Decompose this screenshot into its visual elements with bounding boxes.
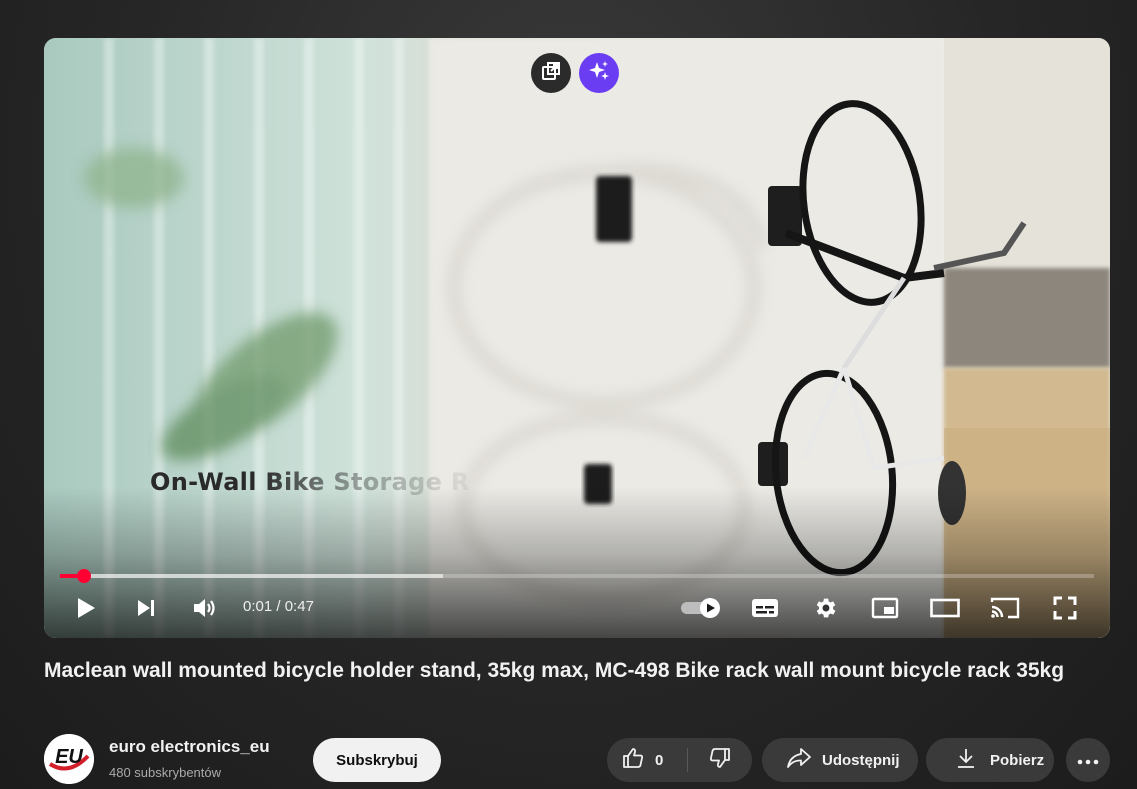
fullscreen-icon xyxy=(1053,596,1077,620)
like-count: 0 xyxy=(655,751,664,769)
time-separator: / xyxy=(276,598,281,615)
fullscreen-button[interactable] xyxy=(1047,590,1083,626)
share-label: Udostępnij xyxy=(822,751,900,769)
download-button[interactable]: Pobierz xyxy=(926,738,1054,782)
thumbs-up-icon xyxy=(621,746,645,774)
autoplay-toggle[interactable] xyxy=(678,590,724,626)
share-icon xyxy=(786,747,812,773)
share-button[interactable]: Udostępnij xyxy=(762,738,918,782)
subscribe-button[interactable]: Subskrybuj xyxy=(313,738,441,782)
like-button[interactable]: 0 xyxy=(607,738,687,782)
sparkle-icon xyxy=(588,60,610,87)
miniplayer-button[interactable] xyxy=(867,590,903,626)
time-current: 0:01 xyxy=(243,598,273,615)
channel-name[interactable]: euro electronics_eu xyxy=(109,737,270,757)
theater-icon xyxy=(930,598,960,618)
download-icon xyxy=(956,747,976,773)
subscriber-count: 480 subskrybentów xyxy=(109,765,222,780)
miniplayer-icon xyxy=(871,597,899,619)
settings-button[interactable] xyxy=(807,590,843,626)
volume-icon xyxy=(192,596,218,620)
subtitles-button[interactable] xyxy=(747,590,783,626)
cast-icon xyxy=(990,596,1020,620)
play-button[interactable] xyxy=(68,590,104,626)
ai-assist-button[interactable] xyxy=(579,53,619,93)
next-button[interactable] xyxy=(128,590,164,626)
time-total: 0:47 xyxy=(284,598,314,615)
channel-avatar[interactable]: EU xyxy=(44,734,94,784)
volume-button[interactable] xyxy=(187,590,223,626)
settings-icon xyxy=(812,595,838,621)
dislike-button[interactable] xyxy=(688,738,752,782)
more-horizontal-icon xyxy=(1077,752,1099,769)
thumbs-down-icon xyxy=(708,746,732,774)
avatar-logo-text: EU xyxy=(55,746,83,768)
cast-button[interactable] xyxy=(987,590,1023,626)
like-dislike-group: 0 xyxy=(607,738,752,782)
popout-button[interactable] xyxy=(531,53,571,93)
theater-mode-button[interactable] xyxy=(927,590,963,626)
progress-scrubber[interactable] xyxy=(76,569,91,583)
time-display: 0:01 / 0:47 xyxy=(243,598,314,615)
video-player[interactable]: On-Wall Bike Storage R 0:01 / 0:47 xyxy=(44,38,1110,638)
progress-buffered xyxy=(60,574,443,578)
popout-icon xyxy=(541,61,561,86)
next-icon xyxy=(135,597,157,619)
play-icon xyxy=(75,596,97,620)
more-actions-button[interactable] xyxy=(1066,738,1110,782)
progress-bar[interactable] xyxy=(60,569,1094,583)
video-title: Maclean wall mounted bicycle holder stan… xyxy=(44,659,1065,682)
subtitles-icon xyxy=(751,597,779,619)
download-label: Pobierz xyxy=(990,751,1045,769)
